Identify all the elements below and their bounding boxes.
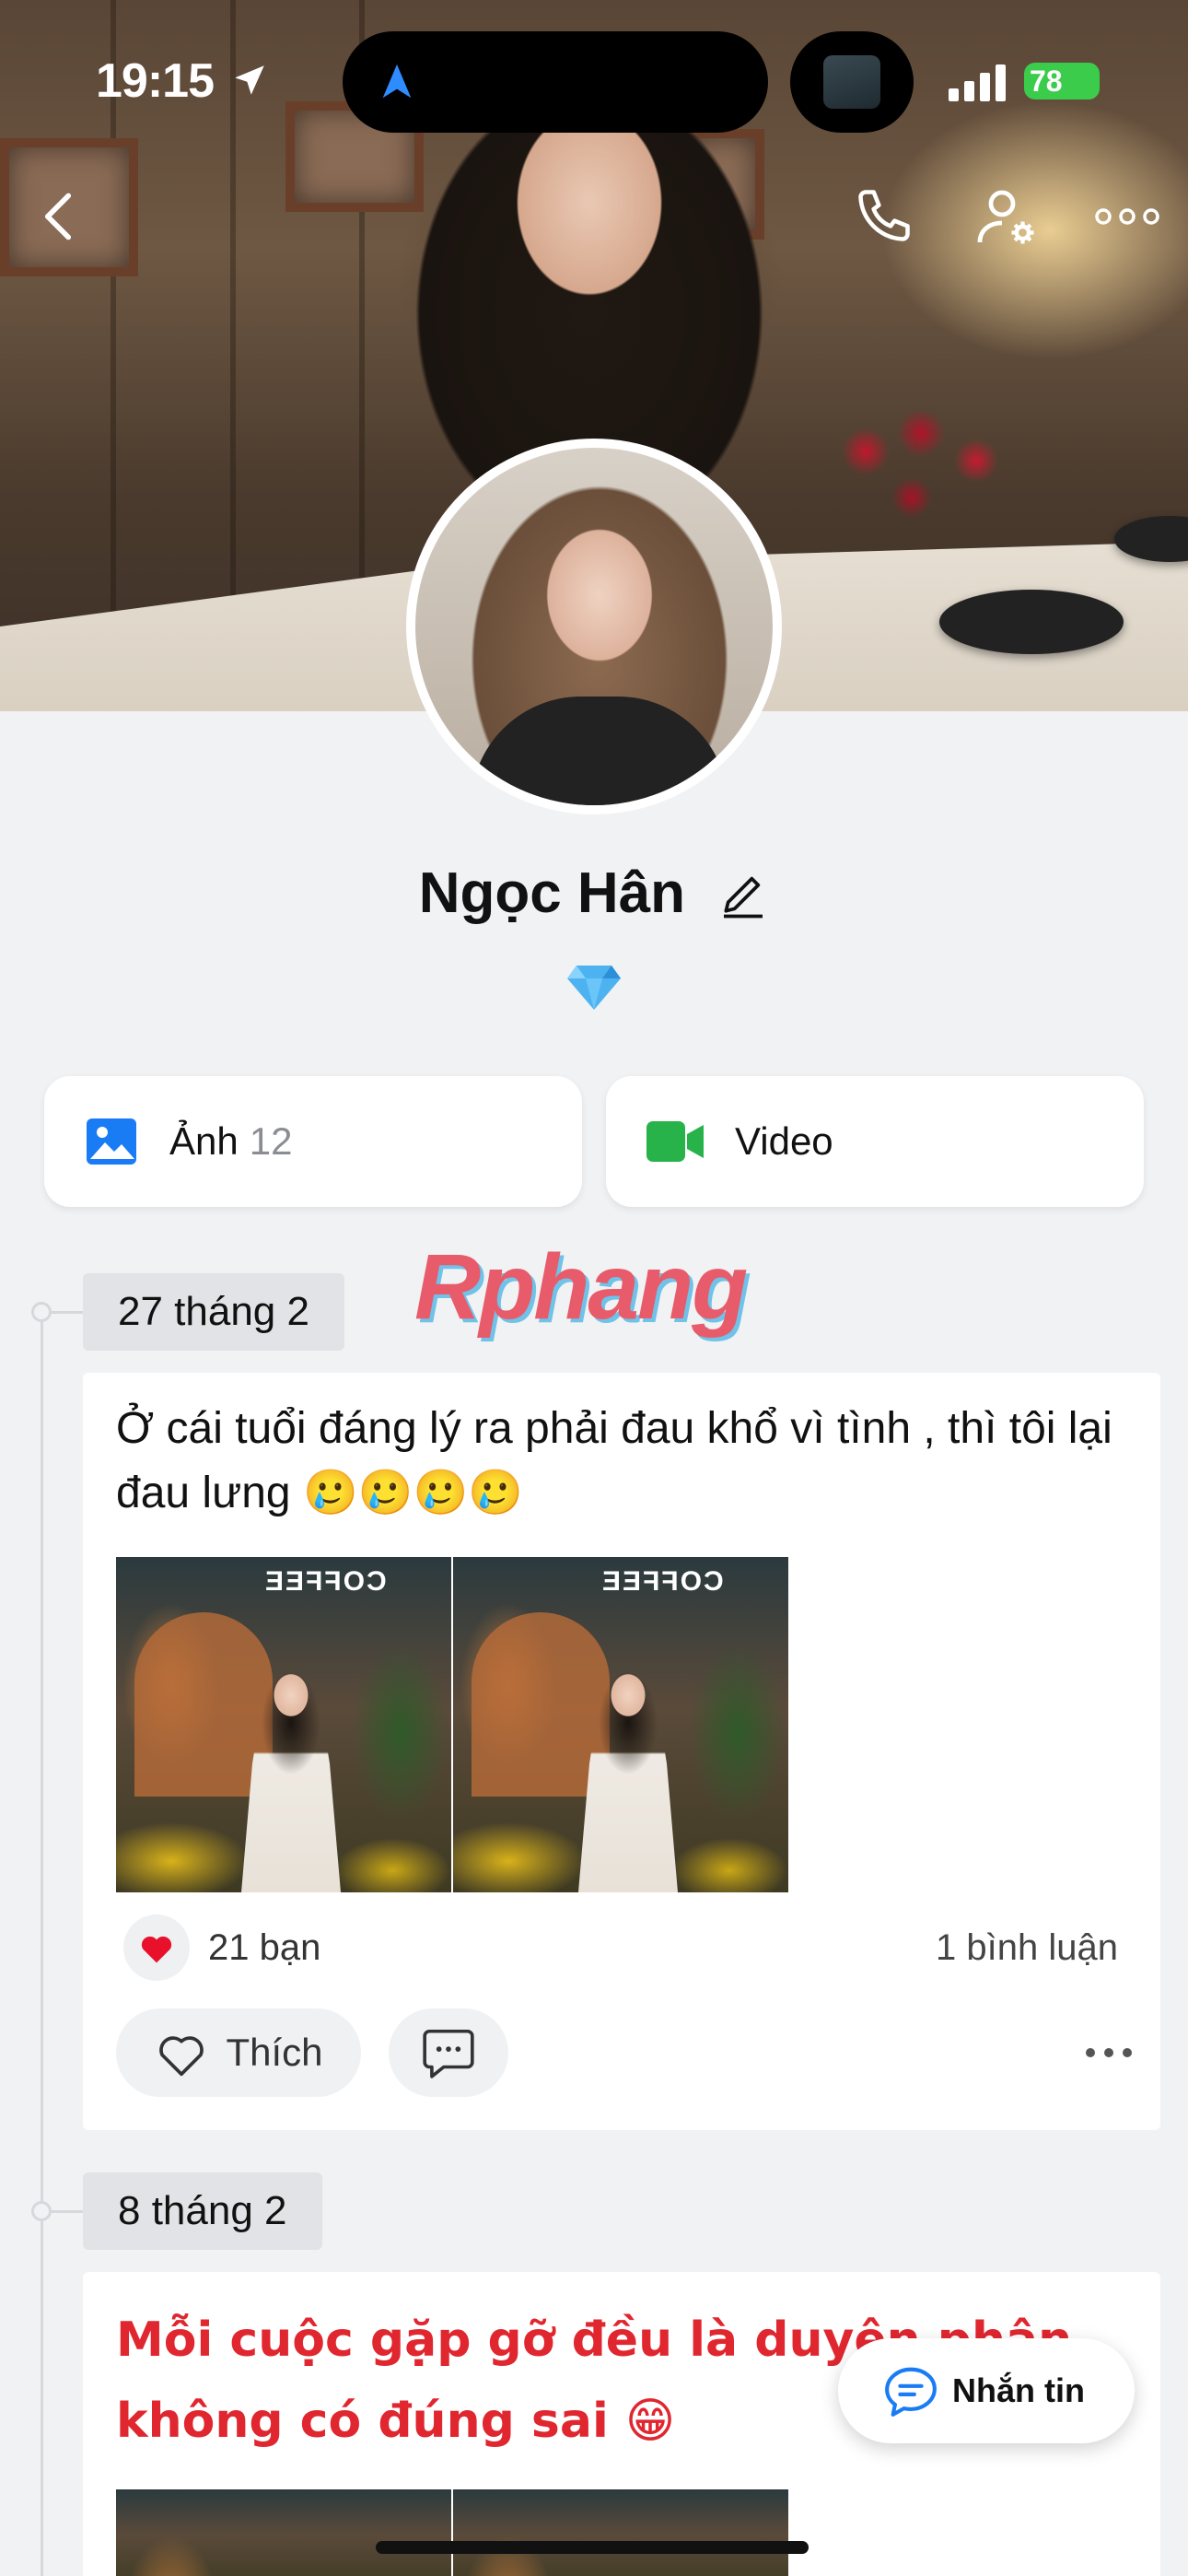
signal-icon — [949, 64, 1006, 101]
post-photo[interactable] — [453, 2489, 788, 2576]
reaction-count[interactable]: 21 bạn — [208, 1927, 320, 1969]
edit-pencil-icon[interactable] — [717, 868, 769, 919]
post-more-icon[interactable] — [1083, 2045, 1135, 2060]
timeline-dot — [31, 1302, 52, 1322]
user-settings-icon[interactable] — [974, 184, 1041, 251]
photo-gallery-icon — [87, 1118, 136, 1165]
post-date-chip: 27 tháng 2 — [83, 1273, 344, 1351]
dynamic-island-app — [790, 31, 914, 133]
comment-button[interactable] — [389, 2008, 508, 2097]
heart-icon — [141, 1936, 172, 1963]
heart-outline-icon — [159, 2036, 204, 2077]
home-indicator[interactable] — [376, 2541, 809, 2554]
profile-name-row: Ngọc Hân — [0, 857, 1188, 926]
dynamic-island — [343, 31, 768, 133]
photo-sign-text: COFFEE — [263, 1566, 387, 1597]
photo-sign-text: COFFEE — [600, 1566, 724, 1597]
post-text: Ở cái tuổi đáng lý ra phải đau khổ vì tì… — [116, 1404, 1112, 1517]
battery-indicator: 78 — [1024, 63, 1100, 100]
watermark-logo: Rphang — [414, 1235, 748, 1339]
status-time: 19:15 — [96, 54, 215, 108]
timeline-connector — [52, 1311, 83, 1314]
location-arrow-icon — [235, 65, 264, 95]
battery-level: 78 — [1030, 64, 1063, 98]
comment-count[interactable]: 1 bình luận — [936, 1927, 1118, 1969]
photos-count: 12 — [249, 1119, 293, 1163]
message-button[interactable]: Nhắn tin — [838, 2338, 1135, 2443]
post-date-chip: 8 tháng 2 — [83, 2172, 322, 2250]
photos-label: Ảnh — [169, 1119, 239, 1163]
video-label: Video — [735, 1119, 833, 1163]
profile-name: Ngọc Hân — [418, 861, 686, 926]
timeline-connector — [52, 2210, 83, 2213]
post-photo[interactable]: COFFEE — [453, 1557, 788, 1892]
diamond-badge-icon — [567, 966, 621, 1010]
profile-avatar[interactable] — [406, 439, 782, 814]
chat-bubble-icon — [885, 2367, 937, 2417]
post-card[interactable]: Ở cái tuổi đáng lý ra phải đau khổ vì tì… — [83, 1373, 1160, 2130]
video-camera-icon — [646, 1121, 704, 1162]
like-label: Thích — [226, 2031, 323, 2074]
timeline-dot — [31, 2201, 52, 2221]
navigation-arrow-icon — [382, 64, 412, 99]
more-options-icon[interactable] — [1094, 203, 1160, 230]
timeline-line — [41, 1308, 43, 2576]
like-button[interactable]: Thích — [116, 2008, 361, 2097]
status-bar: 19:15 78 — [0, 0, 1188, 157]
message-label: Nhắn tin — [952, 2371, 1085, 2409]
reaction-summary[interactable] — [123, 1914, 190, 1981]
back-icon[interactable] — [37, 189, 79, 244]
post-photo[interactable]: COFFEE — [116, 1557, 451, 1892]
photos-button[interactable]: Ảnh 12 — [44, 1076, 582, 1207]
phone-icon[interactable] — [853, 184, 915, 247]
app-thumbnail-icon — [823, 55, 880, 109]
video-button[interactable]: Video — [606, 1076, 1144, 1207]
comment-icon — [423, 2029, 474, 2078]
post-photo[interactable] — [116, 2489, 451, 2576]
